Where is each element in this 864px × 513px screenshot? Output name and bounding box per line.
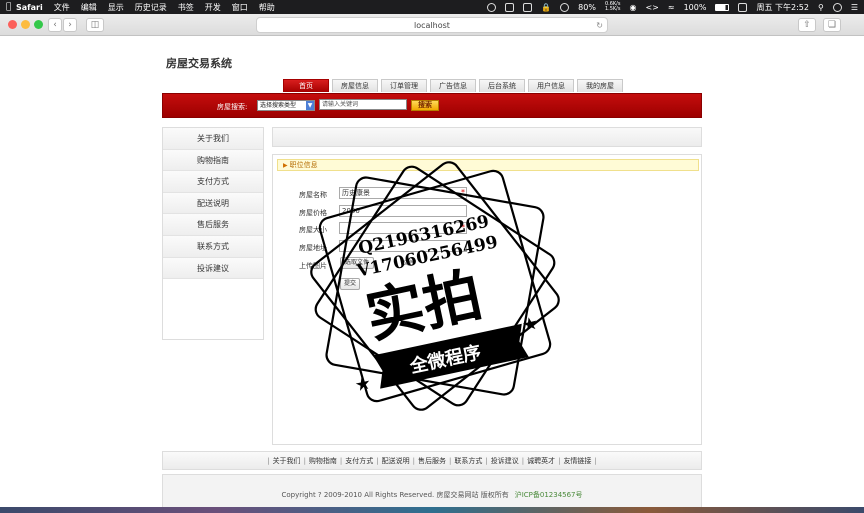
- sidebar-item-shopping-guide[interactable]: 购物指南: [163, 149, 263, 172]
- separator: |: [267, 456, 270, 465]
- sidebar: 关于我们 购物指南 支付方式 配送说明 售后服务 联系方式 投诉建议: [162, 127, 264, 340]
- close-window-button[interactable]: [8, 20, 17, 29]
- footer-link-about[interactable]: 关于我们: [273, 456, 301, 466]
- footer-link-contact[interactable]: 联系方式: [454, 456, 482, 466]
- notification-center-icon[interactable]: ☰: [851, 3, 858, 12]
- footer-link-payment[interactable]: 支付方式: [345, 456, 373, 466]
- star-icon: ★: [520, 313, 540, 337]
- menu-history[interactable]: 历史记录: [135, 2, 167, 13]
- search-input[interactable]: 请输入关键词: [319, 99, 407, 110]
- dock[interactable]: [0, 507, 864, 513]
- menu-bookmarks[interactable]: 书签: [178, 2, 194, 13]
- battery-percent: 80%: [578, 2, 596, 12]
- sidebar-item-after-sales[interactable]: 售后服务: [163, 214, 263, 236]
- wifi-icon[interactable]: ≈: [668, 3, 675, 12]
- search-button[interactable]: 搜索: [411, 100, 439, 111]
- site-title: 房屋交易系统: [166, 57, 232, 70]
- content-header-bar: [272, 127, 702, 147]
- url-text: localhost: [414, 21, 450, 30]
- minimize-window-button[interactable]: [21, 20, 30, 29]
- star-icon: ★: [353, 373, 373, 397]
- lock-icon[interactable]: 🔒: [541, 3, 551, 12]
- sidebar-item-complaint[interactable]: 投诉建议: [163, 257, 263, 280]
- copy-icon[interactable]: [523, 2, 533, 12]
- web-page: 房屋交易系统 首页 房屋信息 订单管理 广告信息 后台系统 用户信息 我的房屋 …: [0, 37, 864, 513]
- menu-app-name[interactable]: Safari: [16, 3, 43, 12]
- search-type-value: 选择搜索类型: [260, 102, 297, 109]
- address-bar[interactable]: localhost ↻: [256, 17, 608, 33]
- sidebar-item-delivery[interactable]: 配送说明: [163, 192, 263, 215]
- footer-link-complaint[interactable]: 投诉建议: [491, 456, 519, 466]
- search-bar: 房屋搜索: 选择搜索类型 ▼ 请输入关键词 搜索: [162, 93, 702, 118]
- sidebar-toggle-icon[interactable]: ◫: [86, 18, 104, 32]
- footer-link-friends[interactable]: 友情链接: [563, 456, 591, 466]
- menu-help[interactable]: 帮助: [259, 2, 275, 13]
- copyright-text: Copyright ? 2009-2010 All Rights Reserve…: [281, 491, 509, 499]
- watermark-stamp: Q2196316269 V17060256499 实拍 全微程序 ★ ★: [310, 161, 560, 411]
- icp-link[interactable]: 沪ICP备01234567号: [515, 491, 583, 499]
- battery-icon[interactable]: [715, 3, 730, 11]
- forward-button[interactable]: ›: [63, 18, 77, 32]
- triangle-right-icon: ▶: [283, 162, 288, 169]
- separator: |: [376, 456, 379, 465]
- back-button[interactable]: ‹: [48, 18, 62, 32]
- separator: |: [521, 456, 525, 465]
- footer-link-after-sales[interactable]: 售后服务: [418, 456, 446, 466]
- menu-window[interactable]: 窗口: [232, 2, 248, 13]
- siri-icon[interactable]: [832, 2, 842, 12]
- menu-edit[interactable]: 编辑: [81, 2, 97, 13]
- stop-icon[interactable]: [505, 2, 515, 12]
- wechat-icon[interactable]: ◉: [629, 3, 636, 12]
- separator: |: [594, 456, 597, 465]
- separator: |: [449, 456, 452, 465]
- footer-links: | 关于我们 | 购物指南 | 支付方式 | 配送说明 | 售后服务 | 联系方式 | 投诉…: [162, 451, 702, 470]
- nav-house-info[interactable]: 房屋信息: [332, 79, 378, 92]
- nav-user-info[interactable]: 用户信息: [528, 79, 574, 92]
- net-down: 1.5K/s: [604, 6, 621, 12]
- separator: |: [412, 456, 415, 465]
- search-type-select[interactable]: 选择搜索类型 ▼: [257, 100, 315, 111]
- clock[interactable]: 周五 下午2:52: [756, 2, 809, 13]
- chevron-down-icon: ▼: [306, 101, 314, 110]
- footer-link-careers[interactable]: 诚聘英才: [527, 456, 555, 466]
- menu-develop[interactable]: 开发: [205, 2, 221, 13]
- app-s-icon[interactable]: [738, 2, 748, 12]
- menu-view[interactable]: 显示: [108, 2, 124, 13]
- spotlight-icon[interactable]: ⚲: [818, 3, 824, 12]
- nav-home[interactable]: 首页: [283, 79, 329, 92]
- nav-arrows-icon[interactable]: <>: [645, 3, 658, 12]
- separator: |: [303, 456, 306, 465]
- sidebar-item-contact[interactable]: 联系方式: [163, 235, 263, 258]
- battery-percent-2: 100%: [683, 2, 707, 12]
- browser-toolbar: ‹ › ◫ localhost ↻ ⇧ ❏ +: [0, 14, 864, 49]
- tabs-overview-icon[interactable]: ❏: [823, 18, 841, 32]
- nav-order-manage[interactable]: 订单管理: [381, 79, 427, 92]
- footer-link-shopping-guide[interactable]: 购物指南: [309, 456, 337, 466]
- nav-my-house[interactable]: 我的房屋: [577, 79, 623, 92]
- reload-icon[interactable]: ↻: [596, 18, 603, 33]
- separator: |: [339, 456, 343, 465]
- footer-link-delivery[interactable]: 配送说明: [382, 456, 410, 466]
- fullscreen-window-button[interactable]: [34, 20, 43, 29]
- main-nav: 首页 房屋信息 订单管理 广告信息 后台系统 用户信息 我的房屋: [283, 79, 626, 92]
- sync-icon[interactable]: [560, 2, 570, 12]
- network-speed: 0.6K/s 1.5K/s: [605, 2, 621, 12]
- separator: |: [558, 456, 561, 465]
- nav-ad-info[interactable]: 广告信息: [430, 79, 476, 92]
- share-icon[interactable]: ⇧: [798, 18, 816, 32]
- sidebar-item-payment[interactable]: 支付方式: [163, 171, 263, 193]
- menu-file[interactable]: 文件: [54, 2, 70, 13]
- search-label: 房屋搜索:: [217, 103, 248, 111]
- record-icon[interactable]: [487, 2, 497, 12]
- separator: |: [485, 456, 488, 465]
- menu-bar:  Safari 文件 编辑 显示 历史记录 书签 开发 窗口 帮助 🔒 80%…: [0, 0, 864, 14]
- sidebar-item-about[interactable]: 关于我们: [163, 128, 263, 150]
- apple-icon[interactable]: : [6, 2, 16, 12]
- nav-admin-system[interactable]: 后台系统: [479, 79, 525, 92]
